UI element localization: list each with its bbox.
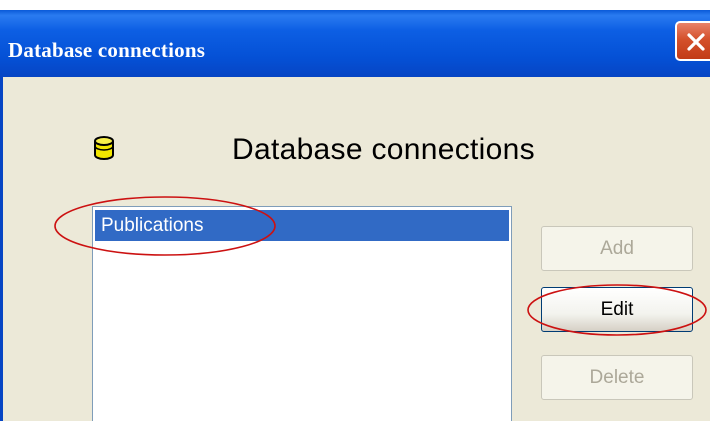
list-item-publications[interactable]: Publications [95,210,509,241]
close-button[interactable] [675,21,710,61]
title-bar[interactable]: Database connections [0,10,710,77]
add-button[interactable]: Add [541,226,693,271]
delete-button[interactable]: Delete [541,355,693,400]
connections-listbox[interactable]: Publications [92,206,512,421]
close-icon [687,33,705,51]
dialog-heading: Database connections [232,133,535,166]
window-title: Database connections [8,38,206,62]
database-connections-window: Database connections Database connection… [0,0,710,421]
window-left-border [0,77,3,421]
database-icon [93,135,115,166]
edit-button[interactable]: Edit [541,287,693,332]
top-strip [0,0,710,10]
